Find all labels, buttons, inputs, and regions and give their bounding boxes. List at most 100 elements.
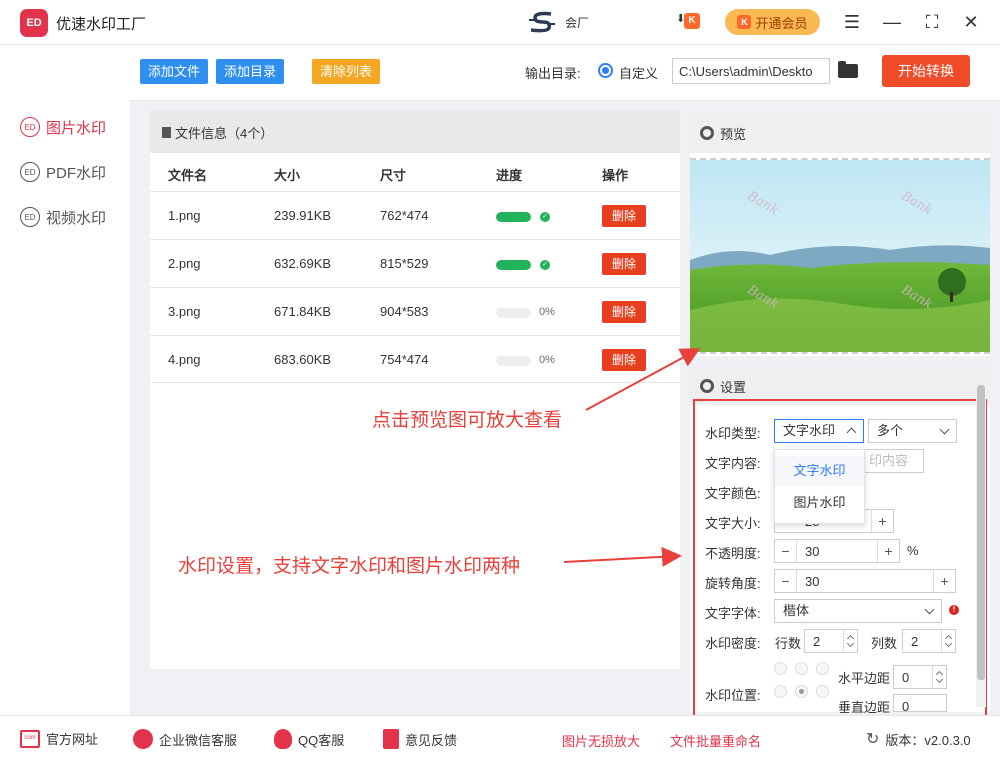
- warning-icon: !: [949, 605, 959, 615]
- progress-bar: [496, 260, 531, 270]
- file-dimensions: 904*583: [380, 304, 429, 319]
- add-folder-button[interactable]: 添加目录: [216, 59, 285, 84]
- website-link[interactable]: com 官方网址: [20, 729, 98, 748]
- text-color-label: 文字颜色:: [705, 486, 761, 501]
- rotation-stepper[interactable]: − 30 +: [774, 569, 956, 593]
- sidebar-item-image-watermark[interactable]: ED 图片水印: [20, 115, 106, 139]
- position-dot[interactable]: [774, 685, 787, 698]
- qq-label: QQ客服: [298, 732, 345, 748]
- rotation-label: 旋转角度:: [705, 576, 761, 591]
- stamp-icon: ED: [20, 162, 40, 182]
- vertical-margin-spinbox[interactable]: 0: [893, 694, 947, 712]
- feedback-label: 意见反馈: [405, 732, 458, 748]
- delete-button[interactable]: 删除: [602, 205, 646, 227]
- qq-support-link[interactable]: QQ客服: [274, 729, 344, 749]
- toolbar: 添加文件 添加目录 清除列表 输出目录: 自定义 开始转换: [130, 45, 1000, 101]
- output-path-input[interactable]: [672, 58, 830, 84]
- progress-fill: [496, 212, 531, 222]
- check-icon: ✓: [540, 260, 550, 270]
- delete-button[interactable]: 删除: [602, 301, 646, 323]
- delete-button[interactable]: 删除: [602, 349, 646, 371]
- clear-list-button[interactable]: 清除列表: [312, 59, 381, 84]
- custom-output-radio[interactable]: [598, 63, 613, 78]
- cols-spinbox[interactable]: 2: [902, 629, 956, 653]
- column-header-name: 文件名: [168, 168, 208, 183]
- position-dot[interactable]: [816, 685, 829, 698]
- progress-bar: [496, 308, 531, 318]
- custom-output-label[interactable]: 自定义: [619, 63, 658, 82]
- file-name: 1.png: [168, 208, 201, 223]
- spin-arrows-icon[interactable]: [941, 630, 955, 652]
- dropdown-option-image-watermark[interactable]: 图片水印: [775, 488, 864, 518]
- dropdown-option-text-watermark[interactable]: 文字水印: [775, 456, 864, 486]
- rows-spinbox[interactable]: 2: [804, 629, 858, 653]
- version-label: 版本：v2.0.3.0: [885, 732, 971, 748]
- position-dot[interactable]: [816, 662, 829, 675]
- sidebar-item-video-watermark[interactable]: ED 视频水印: [20, 205, 106, 229]
- position-dot-selected[interactable]: [795, 685, 808, 698]
- cols-label: 列数: [871, 636, 898, 651]
- text-content-input[interactable]: 印内容: [860, 449, 924, 473]
- feedback-icon: [383, 729, 399, 749]
- plus-icon[interactable]: +: [871, 510, 893, 532]
- minus-icon[interactable]: −: [775, 540, 797, 562]
- maximize-icon[interactable]: ⛶: [920, 10, 944, 34]
- watermark-count-select[interactable]: 多个: [868, 419, 957, 443]
- file-dimensions: 754*474: [380, 352, 429, 367]
- scroll-thumb[interactable]: [977, 385, 985, 680]
- close-icon[interactable]: ✕: [959, 10, 983, 34]
- spin-arrows-icon[interactable]: [843, 630, 857, 652]
- minus-icon[interactable]: −: [775, 570, 797, 592]
- progress-bar: [496, 212, 531, 222]
- watermark-type-value: 文字水印: [783, 423, 836, 438]
- lossless-upscale-link[interactable]: 图片无损放大: [562, 731, 640, 750]
- settings-title: 设置: [720, 379, 747, 395]
- stamp-icon: ED: [20, 117, 40, 137]
- watermark-count-value: 多个: [877, 423, 904, 438]
- table-row: 2.png 632.69KB 815*529 ✓ 删除: [150, 239, 680, 287]
- gear-icon: [700, 126, 714, 140]
- progress-fill: [496, 260, 531, 270]
- opacity-value: 30: [805, 544, 820, 559]
- wechat-label: 企业微信客服: [159, 732, 238, 748]
- batch-rename-link[interactable]: 文件批量重命名: [670, 731, 761, 750]
- font-label: 文字字体:: [705, 606, 761, 621]
- position-dot[interactable]: [795, 662, 808, 675]
- font-select[interactable]: 楷体: [774, 599, 942, 623]
- horizontal-margin-spinbox[interactable]: 0: [893, 665, 947, 689]
- preview-title: 预览: [720, 126, 747, 142]
- settings-hint-annotation: 水印设置，支持文字水印和图片水印两种: [178, 555, 521, 577]
- table-row: 4.png 683.60KB 754*474 0% 删除: [150, 335, 680, 383]
- version-info[interactable]: ↻ 版本：v2.0.3.0: [866, 729, 971, 749]
- opacity-stepper[interactable]: − 30 +: [774, 539, 900, 563]
- k-badge-icon: K: [737, 15, 752, 29]
- delete-button[interactable]: 删除: [602, 253, 646, 275]
- brand-logo-icon: [529, 11, 555, 33]
- k-badge-icon: K: [684, 13, 700, 29]
- preview-panel: 预览 Bank Bank Bank Bank: [690, 113, 990, 356]
- menu-icon[interactable]: ☰: [840, 10, 864, 34]
- stamp-icon: ED: [20, 207, 40, 227]
- column-header-dimensions: 尺寸: [380, 168, 407, 183]
- progress-percent: 0%: [539, 306, 555, 318]
- feedback-link[interactable]: 意见反馈: [383, 729, 457, 749]
- position-dot[interactable]: [774, 662, 787, 675]
- sidebar-item-pdf-watermark[interactable]: ED PDF水印: [20, 160, 106, 184]
- file-dimensions: 815*529: [380, 256, 429, 271]
- rows-value: 2: [813, 634, 821, 649]
- text-content-placeholder: 印内容: [869, 453, 909, 468]
- add-file-button[interactable]: 添加文件: [140, 59, 209, 84]
- horizontal-margin-label: 水平边距: [838, 671, 891, 686]
- text-size-label: 文字大小:: [705, 516, 761, 531]
- preview-image[interactable]: Bank Bank Bank Bank: [690, 158, 990, 354]
- start-convert-button[interactable]: 开始转换: [882, 55, 970, 87]
- vip-button[interactable]: K 开通会员: [725, 9, 820, 35]
- watermark-type-select[interactable]: 文字水印: [774, 419, 864, 443]
- wechat-support-link[interactable]: 企业微信客服: [133, 729, 237, 749]
- plus-icon[interactable]: +: [877, 540, 899, 562]
- plus-icon[interactable]: +: [933, 570, 955, 592]
- folder-icon[interactable]: [838, 61, 858, 78]
- minimize-icon[interactable]: —: [880, 10, 904, 34]
- spin-arrows-icon[interactable]: [932, 666, 946, 688]
- settings-scrollbar[interactable]: [976, 385, 986, 707]
